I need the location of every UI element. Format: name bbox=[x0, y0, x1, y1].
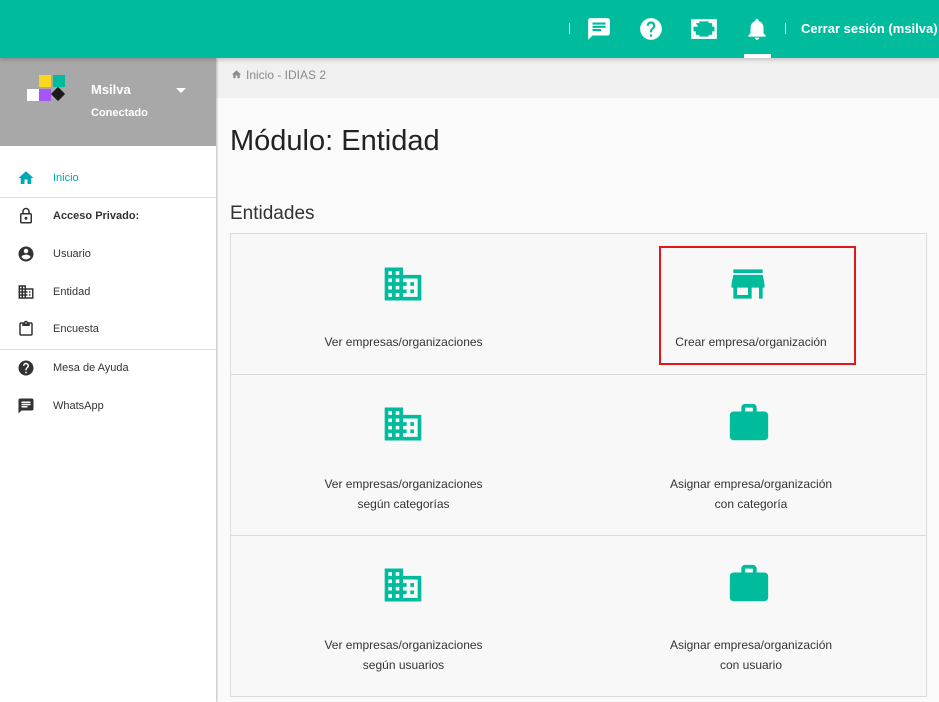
sidebar-item-whatsapp[interactable]: WhatsApp bbox=[0, 387, 216, 425]
bell-icon[interactable] bbox=[742, 14, 772, 44]
separator bbox=[569, 23, 570, 34]
section-title: Entidades bbox=[230, 203, 315, 224]
card-ver-empresas-categorias[interactable]: Ver empresas/organizaciones según catego… bbox=[231, 375, 576, 535]
card-ver-empresas-usuarios[interactable]: Ver empresas/organizaciones según usuari… bbox=[231, 536, 576, 696]
briefcase-icon bbox=[729, 564, 769, 602]
sidebar-item-entidad[interactable]: Entidad bbox=[0, 273, 216, 311]
lock-icon bbox=[20, 207, 32, 224]
logout-link[interactable]: Cerrar sesión (msilva) bbox=[801, 21, 938, 36]
sidebar-item-inicio[interactable]: Inicio bbox=[0, 159, 216, 197]
fullscreen-icon[interactable] bbox=[689, 14, 719, 44]
top-bar: Cerrar sesión (msilva) bbox=[0, 0, 939, 58]
chat-icon bbox=[18, 398, 34, 414]
clipboard-icon bbox=[19, 320, 33, 336]
sidebar: Msilva Conectado Inicio Acceso Privado: … bbox=[0, 58, 216, 702]
active-tab-indicator bbox=[744, 54, 771, 58]
sidebar-item-usuario[interactable]: Usuario bbox=[0, 235, 216, 273]
card-label: Asignar empresa/organización con categor… bbox=[669, 477, 833, 511]
username: Msilva bbox=[91, 82, 131, 97]
building-icon bbox=[18, 285, 34, 299]
page-title: Módulo: Entidad bbox=[230, 125, 440, 157]
entity-card-grid: Ver empresas/organizaciones Crear empres… bbox=[230, 233, 927, 697]
card-label: Ver empresas/organizaciones según usuari… bbox=[324, 638, 483, 672]
sidebar-item-label: Usuario bbox=[53, 248, 91, 260]
card-label: Asignar empresa/organización con usuario bbox=[669, 638, 833, 672]
sidebar-item-label: Encuesta bbox=[53, 323, 99, 335]
store-icon bbox=[731, 269, 765, 299]
breadcrumb[interactable]: Inicio - IDIAS 2 bbox=[246, 68, 326, 82]
profile-panel: Msilva Conectado bbox=[0, 58, 216, 146]
card-asignar-usuario[interactable]: Asignar empresa/organización con usuario bbox=[576, 536, 926, 696]
home-icon bbox=[231, 70, 242, 79]
card-label: Ver empresas/organizaciones bbox=[324, 335, 483, 349]
sidebar-item-mesa-de-ayuda[interactable]: Mesa de Ayuda bbox=[0, 349, 216, 387]
help-icon[interactable] bbox=[636, 14, 666, 44]
chat-icon[interactable] bbox=[584, 14, 614, 44]
app-logo bbox=[27, 75, 67, 105]
building-icon bbox=[384, 267, 422, 301]
breadcrumb-bar: Inicio - IDIAS 2 bbox=[216, 58, 939, 98]
sidebar-item-encuesta[interactable]: Encuesta bbox=[0, 310, 216, 348]
card-label: Ver empresas/organizaciones según catego… bbox=[324, 477, 483, 511]
card-asignar-categoria[interactable]: Asignar empresa/organización con categor… bbox=[576, 375, 926, 535]
chevron-down-icon[interactable] bbox=[176, 88, 186, 93]
sidebar-item-label: WhatsApp bbox=[53, 400, 104, 412]
connection-status: Conectado bbox=[91, 107, 148, 119]
building-icon bbox=[384, 568, 422, 602]
sidebar-item-label: Mesa de Ayuda bbox=[53, 362, 129, 374]
sidebar-item-label: Entidad bbox=[53, 286, 91, 298]
separator bbox=[785, 23, 786, 34]
sidebar-item-acceso-privado: Acceso Privado: bbox=[0, 197, 216, 235]
help-icon bbox=[18, 360, 34, 376]
briefcase-icon bbox=[729, 403, 769, 441]
user-icon bbox=[18, 246, 34, 262]
card-ver-empresas[interactable]: Ver empresas/organizaciones bbox=[231, 234, 576, 374]
sidebar-item-label: Inicio bbox=[53, 172, 79, 184]
building-icon bbox=[384, 407, 422, 441]
card-crear-empresa[interactable]: Crear empresa/organización bbox=[576, 234, 926, 374]
sidebar-item-label: Acceso Privado: bbox=[53, 210, 140, 222]
card-label: Crear empresa/organización bbox=[675, 335, 827, 349]
home-icon bbox=[18, 171, 34, 184]
